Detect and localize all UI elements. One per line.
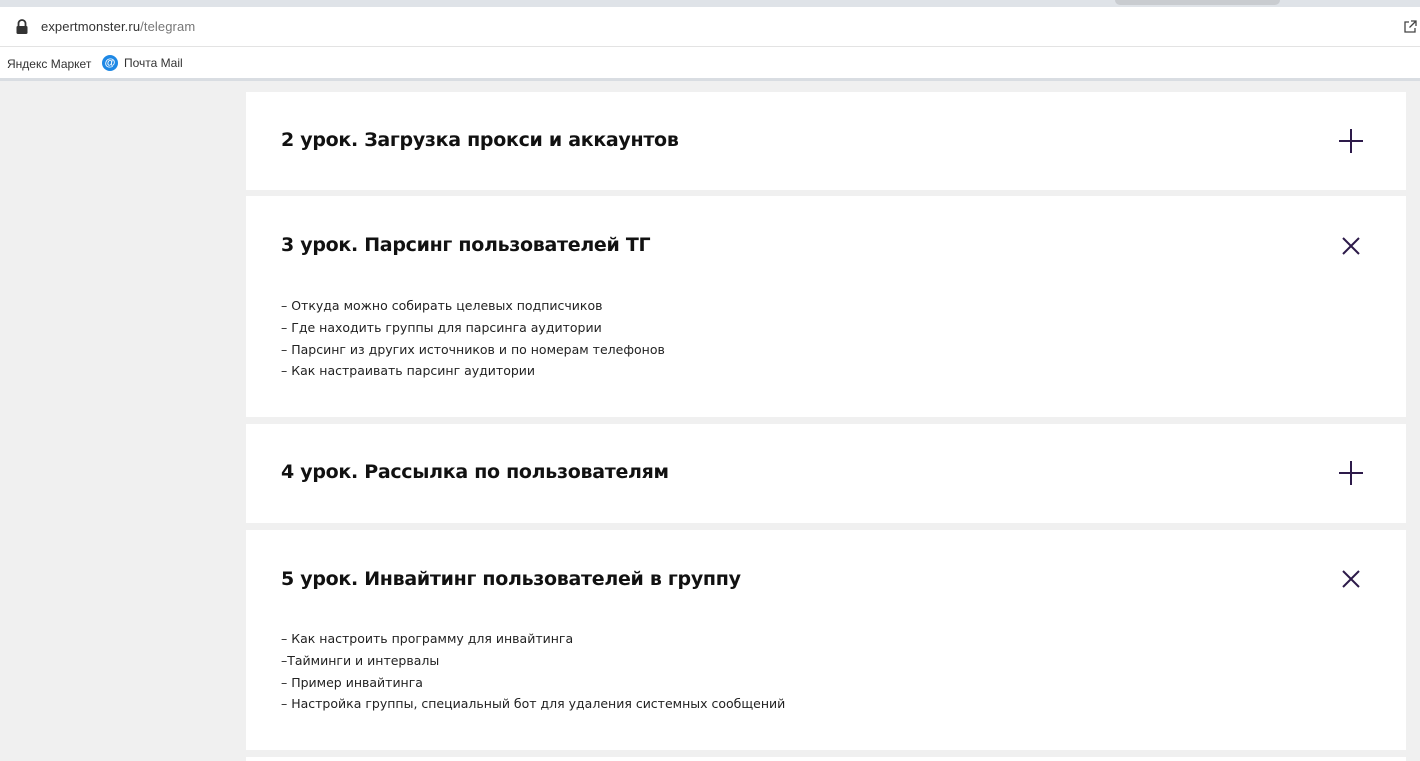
address-bar[interactable]: expertmonster.ru/telegram <box>0 7 1420 47</box>
list-item: – Настройка группы, специальный бот для … <box>281 696 786 712</box>
tab-strip <box>0 0 1420 7</box>
list-item: – Пример инвайтинга <box>281 674 423 690</box>
lesson-topics-list: – Как настроить программу для инвайтинга… <box>281 628 785 715</box>
list-item: – Как настроить программу для инвайтинга <box>281 631 574 646</box>
inactive-tab[interactable] <box>1115 0 1280 5</box>
list-item: – Где находить группы для парсинга аудит… <box>281 319 602 335</box>
expand-toggle[interactable] <box>1338 460 1364 486</box>
url-text[interactable]: expertmonster.ru/telegram <box>41 19 195 34</box>
list-item: – Парсинг из других источников и по номе… <box>281 341 665 357</box>
list-item: – Откуда можно собирать целевых подписчи… <box>281 298 603 313</box>
bookmark-yandex-market[interactable]: Яндекс Маркет <box>7 57 91 71</box>
share-icon[interactable] <box>1402 19 1418 35</box>
lesson-card[interactable]: 4 урок. Рассылка по пользователям <box>246 424 1406 523</box>
close-icon <box>1342 570 1360 588</box>
lesson-card[interactable] <box>246 757 1406 761</box>
lesson-title[interactable]: 3 урок. Парсинг пользователей ТГ <box>281 234 651 256</box>
lesson-title[interactable]: 5 урок. Инвайтинг пользователей в группу <box>281 568 741 590</box>
list-item: –Тайминги и интервалы <box>281 652 440 668</box>
lesson-card[interactable]: 3 урок. Парсинг пользователей ТГ – Откуд… <box>246 196 1406 417</box>
lesson-card[interactable]: 5 урок. Инвайтинг пользователей в группу… <box>246 530 1406 750</box>
lock-icon[interactable] <box>15 19 29 35</box>
bookmark-pochta-mail[interactable]: @ Почта Mail <box>102 55 183 71</box>
close-icon <box>1342 237 1360 255</box>
page-content: 2 урок. Загрузка прокси и аккаунтов 3 ур… <box>0 84 1420 761</box>
collapse-toggle[interactable] <box>1338 233 1364 259</box>
lesson-title[interactable]: 4 урок. Рассылка по пользователям <box>281 461 669 483</box>
mail-ru-icon: @ <box>102 55 118 71</box>
plus-icon <box>1339 461 1363 485</box>
lesson-topics-list: – Откуда можно собирать целевых подписчи… <box>281 295 665 382</box>
url-host: expertmonster.ru <box>41 19 141 34</box>
lesson-card[interactable]: 2 урок. Загрузка прокси и аккаунтов <box>246 92 1406 190</box>
bookmark-label: Почта Mail <box>124 56 183 70</box>
plus-icon <box>1339 129 1363 153</box>
expand-toggle[interactable] <box>1338 128 1364 154</box>
lesson-title[interactable]: 2 урок. Загрузка прокси и аккаунтов <box>281 129 679 151</box>
url-path: /telegram <box>140 19 196 34</box>
list-item: – Как настраивать парсинг аудитории <box>281 363 536 379</box>
bookmarks-bar: Яндекс Маркет @ Почта Mail <box>0 47 1420 81</box>
collapse-toggle[interactable] <box>1338 566 1364 592</box>
